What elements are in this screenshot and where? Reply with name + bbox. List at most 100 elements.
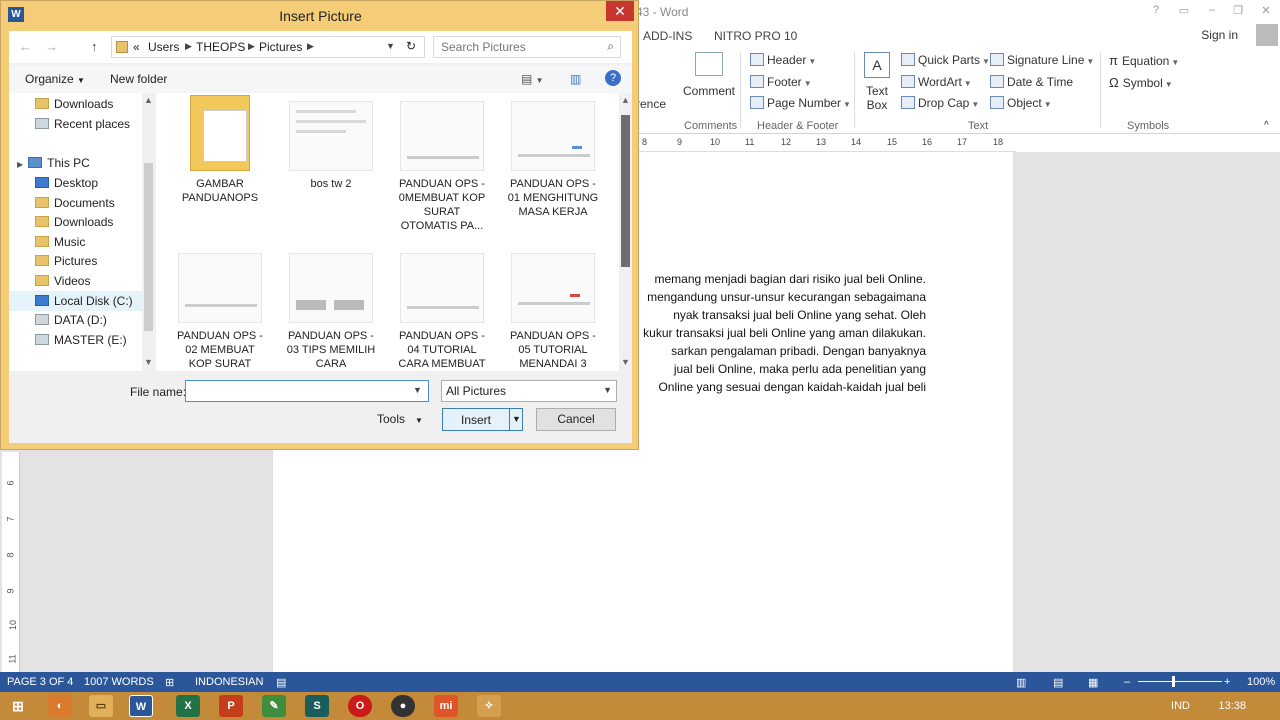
clock[interactable]: 13:38 — [1218, 700, 1246, 712]
search-input[interactable]: Search Pictures ⌕ — [433, 36, 621, 58]
nav-item-downloads[interactable]: Downloads — [35, 215, 113, 229]
zoom-level[interactable]: 100% — [1247, 676, 1275, 688]
nav-item-desktop[interactable]: Desktop — [35, 176, 98, 190]
search-icon[interactable]: ⌕ — [607, 39, 614, 54]
new-folder-button[interactable]: New folder — [110, 72, 167, 86]
object-button[interactable]: Object ▼ — [990, 96, 1052, 110]
nav-scrollbar[interactable]: ▲ ▼ — [142, 93, 155, 371]
breadcrumb-users[interactable]: Users — [148, 40, 179, 54]
refresh-icon[interactable]: ↻ — [406, 39, 416, 53]
nav-item-master-drive[interactable]: MASTER (E:) — [35, 333, 127, 347]
file-explorer-icon[interactable]: ▭ — [89, 695, 113, 717]
quick-parts-button[interactable]: Quick Parts ▼ — [901, 53, 990, 67]
powerpoint-taskbar-icon[interactable]: P — [219, 695, 243, 717]
file-scrollbar-thumb[interactable] — [621, 115, 630, 267]
chevron-right-icon[interactable]: ▶ — [17, 160, 23, 169]
file-scrollbar[interactable]: ▲ ▼ — [619, 93, 632, 371]
tools-button[interactable]: Tools ▼ — [377, 412, 423, 426]
nav-item-local-disk[interactable]: Local Disk (C:) — [9, 291, 142, 311]
header-button[interactable]: Header ▼ — [750, 53, 816, 67]
file-name-input[interactable] — [185, 380, 429, 402]
excel-taskbar-icon[interactable]: X — [176, 695, 200, 717]
minimize-icon[interactable]: – — [1202, 4, 1222, 20]
avatar[interactable] — [1256, 24, 1278, 46]
mi-taskbar-icon[interactable]: mi — [434, 695, 458, 717]
zoom-out-icon[interactable]: – — [1124, 676, 1130, 688]
file-item[interactable]: GAMBAR PANDUANOPS — [170, 95, 270, 205]
input-language[interactable]: IND — [1171, 700, 1190, 712]
address-bar[interactable]: « Users ▶ THEOPS ▶ Pictures ▶ ▼ ↻ — [111, 36, 425, 58]
help-icon[interactable]: ? — [1146, 4, 1166, 20]
file-item[interactable]: PANDUAN OPS - 05 TUTORIAL MENANDAI 3 — [503, 253, 603, 371]
scroll-down-icon[interactable]: ▼ — [621, 357, 630, 367]
forward-icon[interactable]: → — [45, 39, 58, 54]
print-layout-icon[interactable]: ▤ — [1053, 676, 1063, 689]
nav-item-data-drive[interactable]: DATA (D:) — [35, 313, 107, 327]
chevron-right-icon[interactable]: ▶ — [307, 41, 314, 52]
date-time-button[interactable]: Date & Time — [990, 75, 1073, 89]
file-item[interactable]: PANDUAN OPS - 04 TUTORIAL CARA MEMBUAT — [392, 253, 492, 371]
file-item[interactable]: bos tw 2 — [281, 101, 381, 191]
language-indicator[interactable]: INDONESIAN — [195, 676, 263, 688]
preview-pane-icon[interactable]: ▥ — [570, 72, 581, 86]
nav-item-recent-places[interactable]: Recent places — [35, 117, 130, 131]
nav-item-this-pc[interactable]: ▶ This PC — [17, 156, 90, 170]
footer-button[interactable]: Footer ▼ — [750, 75, 812, 89]
s-app-taskbar-icon[interactable]: S — [305, 695, 329, 717]
back-icon[interactable]: ← — [19, 39, 32, 54]
page-number-button[interactable]: Page Number ▼ — [750, 96, 851, 110]
comment-button[interactable]: Comment — [682, 52, 736, 98]
nav-item-documents[interactable]: Documents — [35, 196, 115, 210]
nav-item-pictures[interactable]: Pictures — [35, 254, 97, 268]
symbol-button[interactable]: Ω Symbol ▼ — [1109, 75, 1173, 90]
macro-icon[interactable]: ▤ — [276, 676, 286, 689]
breadcrumb-overflow[interactable]: « — [133, 40, 140, 54]
restore-icon[interactable]: ❐ — [1228, 4, 1248, 20]
file-item[interactable]: PANDUAN OPS - 03 TIPS MEMILIH CARA — [281, 253, 381, 371]
scroll-up-icon[interactable]: ▲ — [144, 95, 153, 105]
proofing-icon[interactable]: ⊞ — [165, 676, 174, 689]
tool-taskbar-icon[interactable]: ✧ — [477, 695, 501, 717]
tab-nitro-pro[interactable]: NITRO PRO 10 — [714, 29, 797, 43]
view-icon[interactable]: ▤ ▼ — [521, 72, 544, 86]
word-count[interactable]: 1007 WORDS — [84, 676, 154, 688]
insert-dropdown-icon[interactable]: ▼ — [509, 409, 523, 430]
zoom-slider[interactable] — [1138, 681, 1222, 682]
horizontal-ruler[interactable]: 8 9 10 11 12 13 14 15 16 17 18 — [636, 136, 1016, 152]
web-layout-icon[interactable]: ▦ — [1088, 676, 1098, 689]
browser-icon[interactable]: ◐ — [48, 695, 72, 717]
page-count[interactable]: PAGE 3 OF 4 — [7, 676, 73, 688]
help-icon[interactable]: ? — [605, 70, 621, 86]
scroll-up-icon[interactable]: ▲ — [621, 95, 630, 105]
nav-item-videos[interactable]: Videos — [35, 274, 90, 288]
insert-button[interactable]: Insert ▼ — [442, 408, 523, 431]
equation-button[interactable]: π Equation ▼ — [1109, 53, 1179, 68]
chevron-down-icon[interactable]: ▼ — [386, 41, 395, 51]
breadcrumb-pictures[interactable]: Pictures — [259, 40, 302, 54]
chevron-right-icon[interactable]: ▶ — [185, 41, 192, 52]
cancel-button[interactable]: Cancel — [536, 408, 616, 431]
up-icon[interactable]: ↑ — [91, 39, 98, 54]
zoom-slider-thumb[interactable] — [1172, 676, 1175, 687]
chevron-right-icon[interactable]: ▶ — [248, 41, 255, 52]
file-item[interactable]: PANDUAN OPS - 02 MEMBUAT KOP SURAT — [170, 253, 270, 371]
nav-scrollbar-thumb[interactable] — [144, 163, 153, 331]
file-item[interactable]: PANDUAN OPS - 01 MENGHITUNG MASA KERJA — [503, 101, 603, 219]
text-box-button[interactable]: A Text Box — [862, 52, 892, 112]
organize-button[interactable]: Organize ▼ — [25, 72, 85, 86]
ribbon-display-icon[interactable]: ▭ — [1174, 4, 1194, 20]
document-text[interactable]: memang menjadi bagian dari risiko jual b… — [636, 270, 926, 396]
app-taskbar-icon[interactable]: ✎ — [262, 695, 286, 717]
signature-line-button[interactable]: Signature Line ▼ — [990, 53, 1094, 67]
chevron-down-icon[interactable]: ▼ — [413, 385, 422, 395]
sign-in-link[interactable]: Sign in — [1201, 28, 1238, 42]
file-type-select[interactable]: All Pictures ▼ — [441, 380, 617, 402]
vertical-ruler[interactable]: 6 7 8 9 10 11 — [2, 452, 20, 672]
close-icon[interactable]: ✕ — [1256, 4, 1276, 20]
drop-cap-button[interactable]: Drop Cap ▼ — [901, 96, 979, 110]
windows-start-icon[interactable]: ⊞ — [6, 695, 30, 717]
media-icon[interactable]: ● — [391, 695, 415, 717]
scroll-down-icon[interactable]: ▼ — [144, 357, 153, 367]
read-mode-icon[interactable]: ▥ — [1016, 676, 1026, 689]
word-taskbar-icon[interactable]: W — [129, 695, 153, 717]
